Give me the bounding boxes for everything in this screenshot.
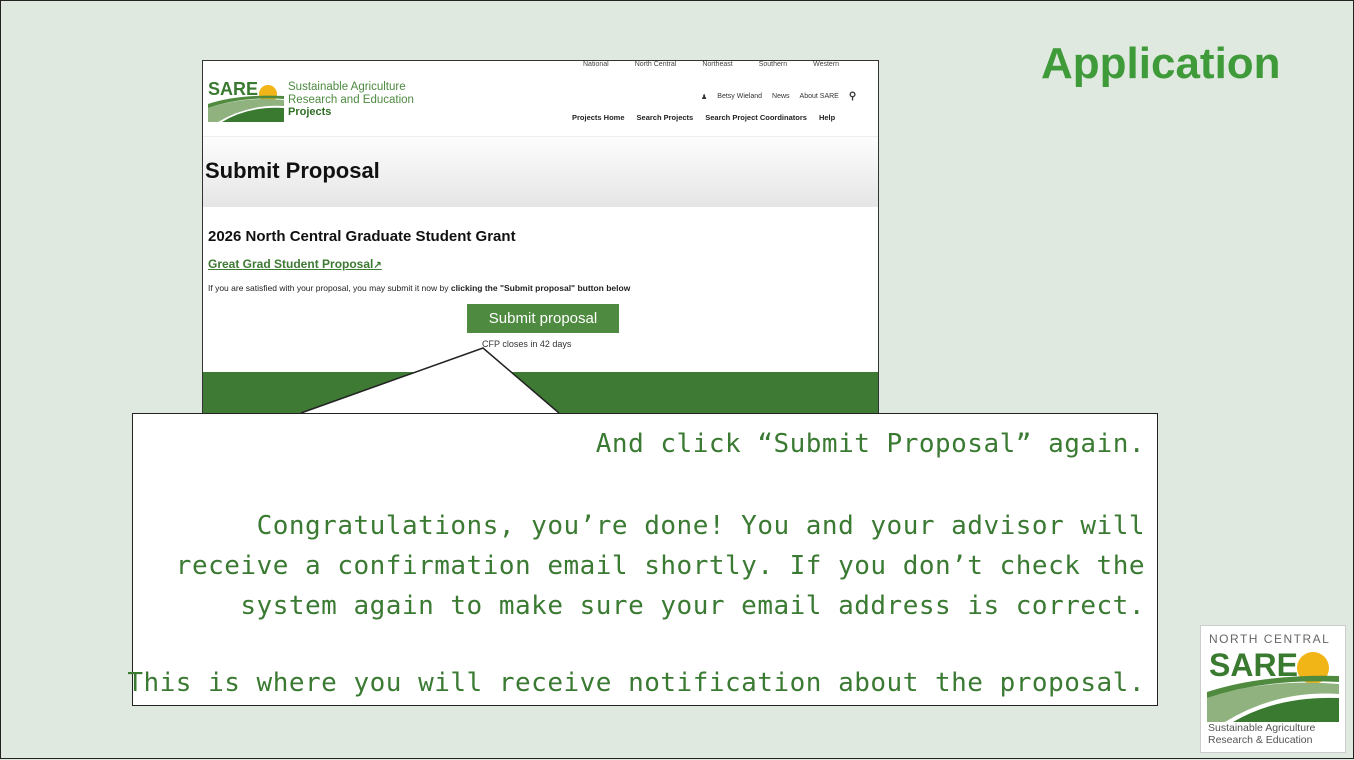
nav-help[interactable]: Help — [819, 113, 835, 122]
callout-line-4: system again to make sure your email add… — [240, 591, 1145, 621]
user-name-link[interactable]: Betsy Wieland — [717, 93, 762, 100]
cfp-deadline: CFP closes in 42 days — [482, 339, 572, 349]
region-link-north-central[interactable]: North Central — [635, 61, 677, 71]
search-icon[interactable]: ⚲ — [849, 91, 856, 102]
grant-title: 2026 North Central Graduate Student Gran… — [208, 228, 516, 245]
nc-tagline: Sustainable Agriculture Research & Educa… — [1208, 722, 1315, 746]
callout-line-3: receive a confirmation email shortly. If… — [175, 551, 1145, 581]
external-link-icon: ↗ — [373, 260, 382, 271]
slide-title: Application — [1041, 39, 1281, 88]
submit-instructions: If you are satisfied with your proposal,… — [208, 283, 630, 293]
sare-logo[interactable]: SARE — [208, 78, 284, 122]
sare-logo-word: SARE — [208, 79, 258, 99]
org-line-2: Research and Education — [288, 93, 414, 106]
instructions-text: If you are satisfied with your proposal,… — [208, 283, 451, 293]
page-title: Submit Proposal — [205, 158, 380, 183]
page-banner: Submit Proposal — [203, 136, 878, 207]
org-line-3: Projects — [288, 106, 332, 118]
nav-search-projects[interactable]: Search Projects — [637, 113, 694, 122]
callout-line-2: Congratulations, you’re done! You and yo… — [256, 511, 1145, 541]
main-nav: Projects Home Search Projects Search Pro… — [572, 113, 835, 122]
org-name: Sustainable Agriculture Research and Edu… — [288, 81, 414, 119]
callout-line-1: And click “Submit Proposal” again. — [595, 429, 1145, 459]
slide: Application National North Central North… — [0, 0, 1354, 759]
user-nav: ♟ Betsy Wieland News About SARE ⚲ — [701, 91, 856, 102]
proposal-link-label[interactable]: Great Grad Student Proposal — [208, 257, 373, 271]
region-link-northeast[interactable]: Northeast — [702, 61, 732, 71]
nc-logo-graphic: SARE — [1207, 647, 1339, 722]
callout-line-5: This is where you will receive notificat… — [127, 668, 1145, 698]
region-link-western[interactable]: Western — [813, 61, 839, 71]
submit-proposal-button[interactable]: Submit proposal — [467, 304, 619, 333]
region-nav: National North Central Northeast Souther… — [583, 61, 878, 71]
news-link[interactable]: News — [772, 93, 790, 100]
nav-search-project-coordinators[interactable]: Search Project Coordinators — [705, 113, 807, 122]
instructions-bold: clicking the "Submit proposal" button be… — [450, 283, 631, 293]
proposal-link[interactable]: Great Grad Student Proposal↗ — [208, 257, 382, 271]
north-central-sare-logo: NORTH CENTRAL SARE Sustainable Agricultu… — [1200, 625, 1346, 753]
org-line-1: Sustainable Agriculture — [288, 81, 406, 93]
nc-tagline-2: Research & Education — [1208, 734, 1313, 746]
nav-projects-home[interactable]: Projects Home — [572, 113, 625, 122]
nc-tagline-1: Sustainable Agriculture — [1208, 722, 1316, 734]
screenshot-panel: National North Central Northeast Souther… — [202, 60, 879, 418]
site-footer — [203, 372, 878, 417]
nc-region-label: NORTH CENTRAL — [1209, 632, 1331, 646]
callout-box: And click “Submit Proposal” again. Congr… — [127, 413, 1158, 706]
site-header: National North Central Northeast Souther… — [203, 61, 878, 136]
region-link-national[interactable]: National — [583, 61, 609, 71]
region-link-southern[interactable]: Southern — [759, 61, 787, 71]
about-link[interactable]: About SARE — [800, 93, 839, 100]
user-icon: ♟ — [701, 93, 708, 101]
